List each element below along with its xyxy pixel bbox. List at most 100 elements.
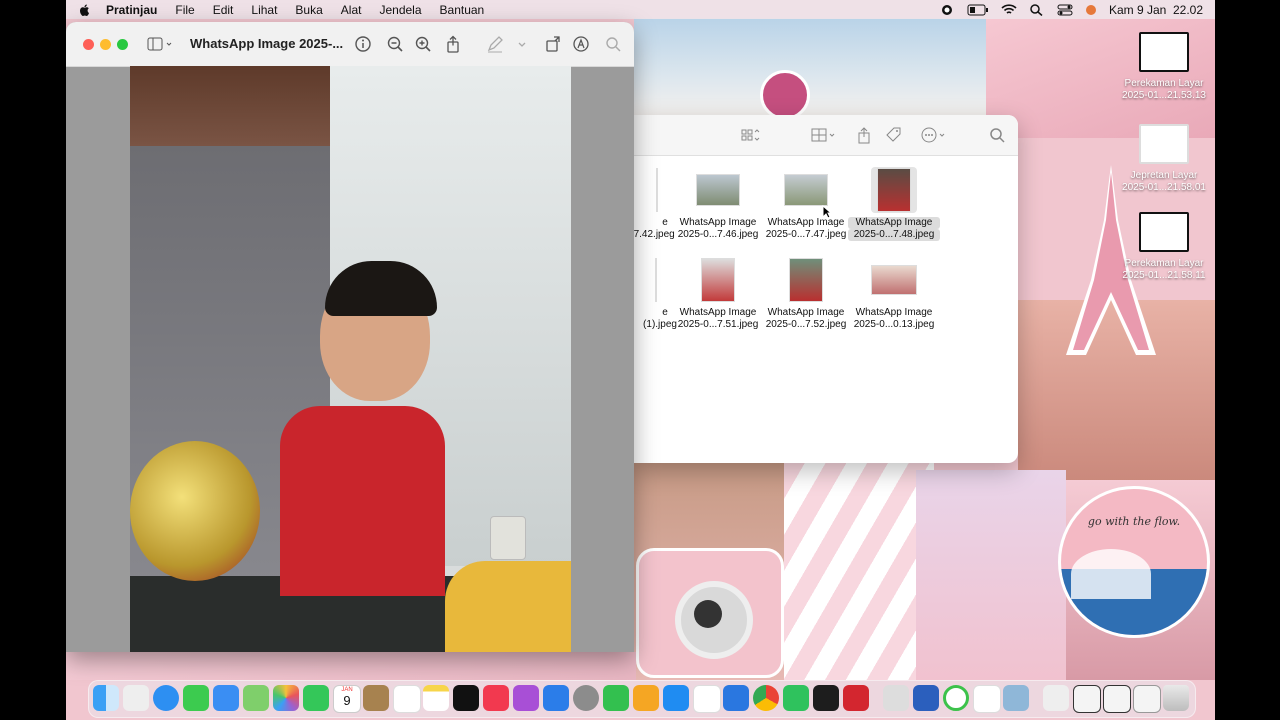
- file-item[interactable]: WhatsApp Image 2025-0...7.51.jpeg: [672, 257, 764, 331]
- zoom-out-icon[interactable]: [386, 35, 404, 53]
- menu-file[interactable]: File: [175, 3, 194, 17]
- file-thumbnail: [634, 257, 657, 303]
- chrome-app-icon[interactable]: [753, 685, 779, 711]
- group-icon[interactable]: [810, 126, 838, 144]
- status-area: Kam 9 Jan 22.02: [939, 0, 1203, 19]
- wallpaper-tile: [66, 652, 636, 680]
- search-icon[interactable]: [988, 126, 1008, 144]
- pages-app-icon[interactable]: [633, 685, 659, 711]
- preview-titlebar[interactable]: WhatsApp Image 2025-...: [66, 22, 634, 67]
- file-item-selected[interactable]: WhatsApp Image 2025-0...7.48.jpeg: [848, 167, 940, 241]
- preview-app-icon[interactable]: [1003, 685, 1029, 711]
- menu-go[interactable]: Buka: [295, 3, 322, 17]
- zoom-in-icon[interactable]: [414, 35, 432, 53]
- tag-icon[interactable]: [884, 126, 904, 144]
- annotate-icon[interactable]: [572, 35, 590, 53]
- siri-icon[interactable]: [1085, 4, 1097, 16]
- menu-edit[interactable]: Edit: [213, 3, 234, 17]
- keynote-app-icon[interactable]: [543, 685, 569, 711]
- word-app-icon[interactable]: [913, 685, 939, 711]
- video-file-icon: [1139, 32, 1189, 72]
- downloads-stack-icon[interactable]: [1043, 685, 1069, 711]
- desktop-icon-line1: Perekaman Layar: [1124, 78, 1204, 89]
- share-icon[interactable]: [854, 126, 874, 144]
- safari-app-icon[interactable]: [153, 685, 179, 711]
- file-item[interactable]: WhatsApp Image 2025-0...7.47.jpeg: [760, 167, 852, 241]
- whatsapp-app-icon[interactable]: [783, 685, 809, 711]
- file-name-line2: 2025-0...7.48.jpeg: [848, 229, 940, 241]
- dock: JAN 9: [88, 680, 1196, 718]
- podcasts-app-icon[interactable]: [513, 685, 539, 711]
- file-name-line1: WhatsApp Image: [855, 307, 933, 318]
- recent-file-thumbnail[interactable]: [1133, 685, 1161, 713]
- vscode-app-icon-2[interactable]: [973, 685, 1001, 713]
- close-button[interactable]: [83, 39, 94, 50]
- info-icon[interactable]: [354, 35, 372, 53]
- file-name-line2: 2025-0...7.51.jpeg: [677, 319, 759, 330]
- control-center-icon[interactable]: [1057, 4, 1073, 16]
- chevron-down-icon[interactable]: [516, 35, 528, 53]
- desktop-icon-screen-recording[interactable]: Perekaman Layar 2025-01...21.53.13: [1114, 32, 1214, 102]
- app-icon[interactable]: [843, 685, 869, 711]
- terminal-app-icon[interactable]: [813, 685, 839, 711]
- app-store-icon[interactable]: [663, 685, 689, 711]
- tv-app-icon[interactable]: [453, 685, 479, 711]
- file-thumbnail: [695, 257, 741, 303]
- activity-app-icon[interactable]: [943, 685, 969, 711]
- xcode-app-icon[interactable]: [723, 685, 749, 711]
- maps-app-icon[interactable]: [243, 685, 269, 711]
- rocket-app-icon[interactable]: [883, 685, 909, 711]
- screen-recording-icon[interactable]: [939, 4, 955, 16]
- facetime-app-icon[interactable]: [303, 685, 329, 711]
- recent-file-thumbnail[interactable]: [1073, 685, 1101, 713]
- file-item[interactable]: WhatsApp Image 2025-0...0.13.jpeg: [848, 257, 940, 331]
- menu-tools[interactable]: Alat: [341, 3, 362, 17]
- wave-sticker: go with the flow.: [1058, 486, 1210, 638]
- more-actions-icon[interactable]: [919, 126, 949, 144]
- desktop-icon-screenshot[interactable]: Jepretan Layar 2025-01...21.58.01: [1114, 124, 1214, 194]
- menu-clock[interactable]: Kam 9 Jan 22.02: [1109, 3, 1203, 17]
- share-icon[interactable]: [444, 35, 462, 53]
- menu-view[interactable]: Lihat: [251, 3, 277, 17]
- view-toggle-icon[interactable]: [740, 126, 760, 144]
- sidebar-icon[interactable]: [146, 35, 176, 53]
- calendar-app-icon[interactable]: JAN 9: [333, 685, 361, 713]
- desktop-icon-line1: Perekaman Layar: [1124, 258, 1204, 269]
- battery-icon[interactable]: [967, 4, 989, 16]
- music-app-icon[interactable]: [483, 685, 509, 711]
- mail-app-icon[interactable]: [213, 685, 239, 711]
- trash-icon[interactable]: [1163, 685, 1189, 711]
- contacts-app-icon[interactable]: [363, 685, 389, 711]
- camera-sticker: [636, 548, 784, 678]
- apple-icon[interactable]: [78, 3, 92, 17]
- calendar-day: 9: [343, 693, 351, 708]
- vscode-app-icon[interactable]: [693, 685, 721, 713]
- file-item[interactable]: WhatsApp Image 2025-0...7.46.jpeg: [672, 167, 764, 241]
- reminders-app-icon[interactable]: [393, 685, 421, 713]
- settings-app-icon[interactable]: [573, 685, 599, 711]
- recent-file-thumbnail[interactable]: [1103, 685, 1131, 713]
- launchpad-app-icon[interactable]: [123, 685, 149, 711]
- wifi-icon[interactable]: [1001, 3, 1017, 16]
- messages-app-icon[interactable]: [183, 685, 209, 711]
- photos-app-icon[interactable]: [273, 685, 299, 711]
- file-thumbnail: [871, 167, 917, 213]
- notes-app-icon[interactable]: [423, 685, 449, 711]
- finder-app-icon[interactable]: [93, 685, 119, 711]
- desktop-icon-screen-recording-2[interactable]: Perekaman Layar 2025-01...21.58.11: [1114, 212, 1214, 282]
- zoom-button[interactable]: [117, 39, 128, 50]
- search-icon[interactable]: [1029, 3, 1045, 16]
- numbers-app-icon[interactable]: [603, 685, 629, 711]
- search-icon[interactable]: [604, 35, 622, 53]
- file-item[interactable]: WhatsApp Image 2025-0...7.52.jpeg: [760, 257, 852, 331]
- menu-app-name[interactable]: Pratinjau: [106, 3, 157, 17]
- file-name-line1: WhatsApp Image: [679, 307, 757, 318]
- file-name-line2: 2025-0...7.47.jpeg: [765, 229, 847, 240]
- rotate-icon[interactable]: [544, 35, 562, 53]
- menu-help[interactable]: Bantuan: [440, 3, 485, 17]
- minimize-button[interactable]: [100, 39, 111, 50]
- markup-pen-icon[interactable]: [486, 35, 504, 53]
- wallpaper-tile: [916, 470, 1066, 680]
- file-name-line1: WhatsApp Image: [679, 217, 757, 228]
- menu-window[interactable]: Jendela: [379, 3, 421, 17]
